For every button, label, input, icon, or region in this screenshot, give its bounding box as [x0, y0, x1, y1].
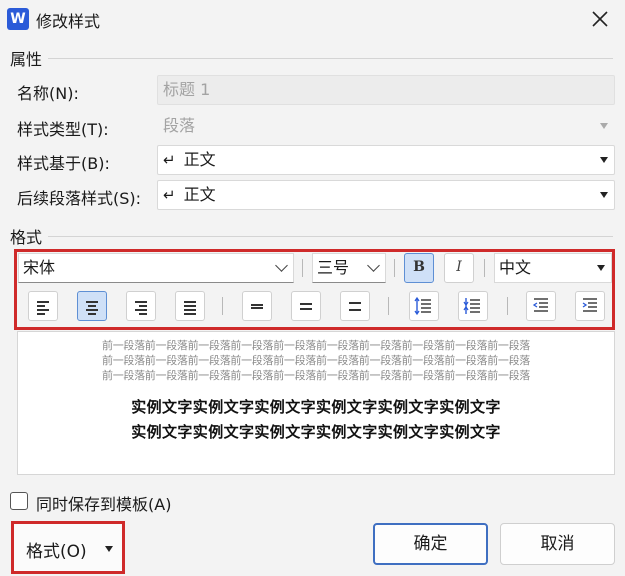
increase-spacing-icon [414, 296, 431, 316]
paragraph-mark-icon: ↵ [163, 186, 176, 204]
increase-indent-icon [582, 298, 597, 312]
dropdown-arrow-icon [597, 265, 605, 271]
format-group-label: 格式 [10, 228, 43, 247]
dropdown-arrow-icon [600, 157, 608, 163]
toolbar-separator [394, 259, 395, 277]
justify-button[interactable] [175, 291, 205, 321]
next-style-value: 正文 [183, 185, 216, 204]
based-on-select[interactable]: ↵ 正文 [157, 145, 615, 175]
sample-text-line: 实例文字实例文字实例文字实例文字实例文字实例文字 [131, 423, 501, 441]
toolbar-separator [388, 297, 389, 315]
toolbar-separator [484, 259, 485, 277]
properties-divider [48, 58, 613, 59]
save-to-template-label: 同时保存到模板(A) [36, 495, 172, 514]
close-icon [592, 11, 608, 27]
save-to-template-checkbox[interactable] [10, 492, 28, 510]
name-value: 标题 1 [163, 80, 211, 99]
toolbar-separator [507, 297, 508, 315]
next-style-select[interactable]: ↵ 正文 [157, 180, 615, 210]
properties-group-label: 属性 [10, 50, 43, 69]
italic-icon: I [456, 259, 462, 275]
previous-paragraph-line: 前一段落前一段落前一段落前一段落前一段落前一段落前一段落前一段落前一段落前一段落 [102, 369, 530, 382]
toolbar-separator [222, 297, 223, 315]
align-center-button[interactable] [77, 291, 107, 321]
single-spacing-button[interactable] [242, 291, 272, 321]
name-label: 名称(N): [17, 84, 79, 103]
ok-button[interactable]: 确定 [373, 523, 488, 565]
based-on-label: 样式基于(B): [17, 154, 110, 173]
increase-paragraph-spacing-button[interactable] [409, 291, 439, 321]
title-bar: W 修改样式 [0, 0, 625, 38]
font-size-combo[interactable]: 三号 [312, 253, 386, 283]
toolbar-separator [302, 259, 303, 277]
decrease-spacing-icon [463, 298, 480, 314]
previous-paragraph-line: 前一段落前一段落前一段落前一段落前一段落前一段落前一段落前一段落前一段落前一段落 [102, 354, 530, 367]
format-menu-button[interactable]: 格式(O) [11, 521, 125, 574]
align-right-button[interactable] [126, 291, 156, 321]
chevron-down-icon [275, 259, 288, 272]
double-spacing-button[interactable] [340, 291, 370, 321]
font-name-value: 宋体 [23, 258, 56, 277]
align-left-button[interactable] [28, 291, 58, 321]
decrease-paragraph-spacing-button[interactable] [458, 291, 488, 321]
increase-indent-button[interactable] [575, 291, 605, 321]
close-button[interactable] [585, 4, 615, 34]
wps-writer-icon: W [7, 8, 29, 30]
style-preview: 前一段落前一段落前一段落前一段落前一段落前一段落前一段落前一段落前一段落前一段落… [17, 331, 615, 475]
bold-icon: B [413, 259, 425, 275]
style-type-value: 段落 [163, 116, 196, 135]
dropdown-arrow-icon [600, 123, 608, 129]
dropdown-arrow-icon [105, 546, 113, 552]
format-menu-label: 格式(O) [26, 542, 87, 562]
script-select[interactable]: 中文 [494, 253, 612, 283]
decrease-indent-icon [532, 298, 548, 312]
cancel-button[interactable]: 取消 [500, 523, 615, 565]
font-size-value: 三号 [317, 258, 350, 277]
one-half-spacing-button[interactable] [291, 291, 321, 321]
dialog-title: 修改样式 [36, 12, 101, 31]
style-type-select[interactable]: 段落 [157, 111, 615, 141]
format-divider [48, 236, 613, 237]
chevron-down-icon [367, 259, 380, 272]
dropdown-arrow-icon [600, 192, 608, 198]
font-name-combo[interactable]: 宋体 [18, 253, 294, 283]
next-style-label: 后续段落样式(S): [17, 189, 142, 208]
italic-button[interactable]: I [444, 253, 474, 283]
sample-text-line: 实例文字实例文字实例文字实例文字实例文字实例文字 [131, 398, 501, 416]
style-type-label: 样式类型(T): [17, 120, 109, 139]
based-on-value: 正文 [183, 150, 216, 169]
paragraph-mark-icon: ↵ [163, 151, 176, 169]
decrease-indent-button[interactable] [526, 291, 556, 321]
script-value: 中文 [499, 258, 532, 277]
name-field[interactable]: 标题 1 [157, 75, 615, 105]
bold-button[interactable]: B [404, 253, 434, 283]
previous-paragraph-line: 前一段落前一段落前一段落前一段落前一段落前一段落前一段落前一段落前一段落前一段落 [102, 339, 530, 352]
